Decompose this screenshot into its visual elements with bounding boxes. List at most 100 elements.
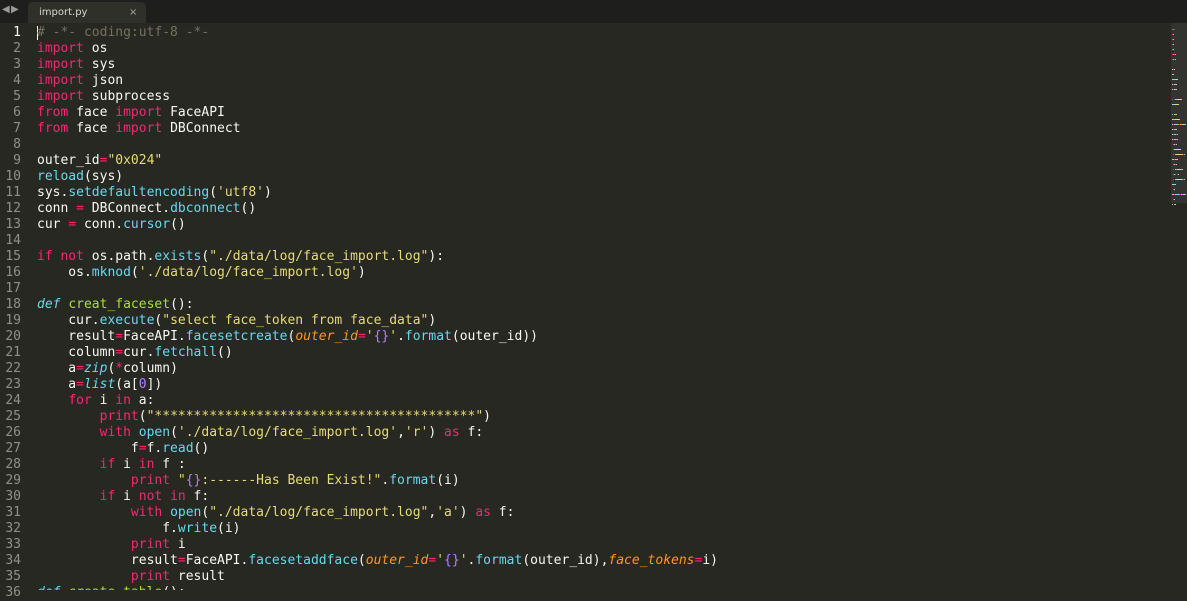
code-line: if i not in f: (37, 489, 210, 505)
code-token: json (83, 73, 124, 88)
code-token: = (138, 441, 147, 456)
code-token: (sys) (83, 169, 124, 184)
code-token: {} (185, 473, 202, 488)
code-line: from face import FaceAPI (37, 105, 225, 121)
line-number: 21 (5, 345, 21, 360)
minimap-viewport[interactable] (1171, 23, 1187, 203)
code-line: with open("./data/log/face_import.log",'… (37, 505, 515, 521)
file-tab[interactable]: import.py × (28, 2, 146, 23)
code-token: ' (365, 329, 374, 344)
line-number: 23 (5, 377, 21, 392)
code-token: ) (264, 185, 272, 200)
line-number: 14 (5, 233, 21, 248)
minimap-stroke (1185, 194, 1186, 195)
code-token: (): (162, 585, 185, 590)
code-token: import (37, 57, 84, 72)
code-token: a: (130, 393, 155, 408)
code-token: ( (357, 553, 366, 568)
line-number: 5 (13, 89, 21, 104)
code-token: = (115, 329, 124, 344)
code-token: f : (154, 457, 186, 472)
code-token: 'utf8' (217, 185, 264, 200)
line-number: 6 (13, 105, 21, 120)
code-token: FaceAPI (162, 105, 225, 120)
line-number: 28 (5, 457, 21, 472)
code-token: "0x024" (107, 153, 163, 168)
code-token: print (130, 537, 171, 552)
code-token: as (444, 425, 460, 440)
code-token: conn. (76, 217, 124, 232)
line-number: 29 (5, 473, 21, 488)
code-area[interactable]: # -*- coding:utf-8 -*- import os import sy… (37, 23, 1167, 590)
code-token: "./data/log/face_import.log" (209, 249, 429, 264)
code-token: fetchall (154, 345, 218, 360)
minimap-stroke (1180, 149, 1181, 150)
minimap-stroke (1173, 179, 1174, 180)
code-token: = (76, 377, 84, 392)
code-token: reload (37, 169, 84, 184)
code-token: format (475, 553, 523, 568)
code-token: . (397, 329, 405, 344)
code-line: reload(sys) (37, 169, 123, 185)
minimap-stroke (1176, 164, 1177, 165)
minimap-stroke (1178, 104, 1179, 105)
code-token: "***************************************… (146, 409, 484, 424)
code-token: in (115, 393, 131, 408)
code-line: a=zip(*column) (37, 361, 178, 377)
code-editor[interactable]: 1 2 3 4 5 6 7 8 9 10 11 12 13 14 15 16 17 18 19 20 21 22 23 24 2… (0, 23, 1187, 600)
code-token: import (37, 73, 84, 88)
line-number: 19 (5, 313, 21, 328)
code-token: DBConnect (162, 121, 241, 136)
code-token: f. (146, 441, 163, 456)
minimap-stroke (1174, 69, 1175, 70)
code-line: print("*********************************… (37, 409, 491, 425)
code-token: creat_faceset (68, 297, 171, 312)
minimap-stroke (1173, 154, 1174, 155)
scroll-tabs-left-icon[interactable]: ◀ (2, 3, 10, 17)
code-token: 0 (138, 377, 147, 392)
code-token: ) (428, 425, 445, 440)
code-token: from (37, 105, 69, 120)
code-token: ' (436, 553, 445, 568)
minimap-stroke (1172, 99, 1173, 100)
minimap-stroke (1177, 79, 1178, 80)
tab-close-icon[interactable]: × (129, 6, 137, 19)
code-token: execute (99, 313, 155, 328)
code-token: ( (170, 425, 178, 440)
line-number: 30 (5, 489, 21, 504)
line-number: 11 (5, 185, 21, 200)
code-token: ' (459, 553, 468, 568)
minimap[interactable] (1171, 23, 1187, 590)
code-token: conn (37, 201, 77, 216)
minimap-stroke (1172, 114, 1173, 115)
minimap-stroke (1173, 74, 1174, 75)
code-line: cur.execute("select face_token from face… (37, 313, 436, 329)
line-number: 1 (13, 25, 21, 40)
code-token: (outer_id)) (451, 329, 538, 344)
minimap-stroke (1184, 154, 1185, 155)
line-number: 31 (5, 505, 21, 520)
minimap-stroke (1175, 204, 1176, 205)
code-token: os. (37, 265, 92, 280)
code-token: column) (123, 361, 178, 376)
code-line: for i in a: (37, 393, 154, 409)
line-number: 35 (5, 569, 21, 584)
scroll-tabs-right-icon[interactable]: ▶ (11, 3, 19, 17)
code-token: ) (357, 265, 366, 280)
code-token: = (76, 201, 84, 216)
code-token: if (99, 489, 116, 504)
code-line: def create_table(): (37, 585, 186, 590)
code-line: os.mknod('./data/log/face_import.log') (37, 265, 366, 281)
code-token: def (37, 585, 60, 590)
code-token: i (115, 457, 139, 472)
code-token: (i) (436, 473, 460, 488)
minimap-stroke (1173, 49, 1174, 50)
code-token: def (37, 297, 61, 312)
code-token: open (170, 505, 202, 520)
code-token: dbconnect (170, 201, 241, 216)
code-token: cur. (123, 345, 155, 360)
